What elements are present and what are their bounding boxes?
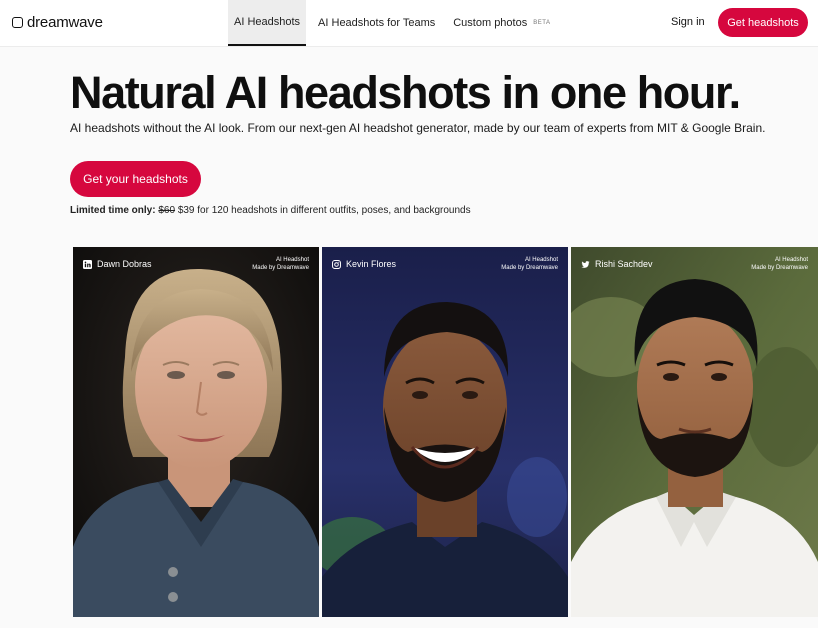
author-name: Dawn Dobras bbox=[97, 259, 152, 269]
nav-ai-headshots-label: AI Headshots bbox=[234, 16, 301, 28]
offer-text: Limited time only: $60 $39 for 120 heads… bbox=[70, 205, 471, 216]
beta-badge: BETA bbox=[533, 20, 551, 26]
badge-line-1: AI Headshot bbox=[524, 257, 558, 263]
badge-line-1: AI Headshot bbox=[774, 257, 808, 263]
nav-custom-photos[interactable]: Custom photos BETA bbox=[447, 0, 556, 46]
get-headshots-button[interactable]: Get headshots bbox=[718, 8, 808, 37]
hero-title: Natural AI headshots in one hour. bbox=[70, 67, 741, 118]
badge-line-2: Made by Dreamwave bbox=[501, 265, 558, 271]
badge-line-1: AI Headshot bbox=[275, 257, 309, 263]
offer-prefix: Limited time only: bbox=[70, 205, 156, 216]
headshot-card[interactable]: Dawn Dobras AI Headshot Made by Dreamwav… bbox=[73, 247, 319, 617]
badge-line-2: Made by Dreamwave bbox=[751, 265, 808, 271]
sign-in-link[interactable]: Sign in bbox=[671, 16, 705, 28]
ai-headshot-badge: AI Headshot Made by Dreamwave bbox=[501, 256, 558, 272]
brand-logo[interactable]: dreamwave bbox=[12, 14, 103, 31]
nav-ai-headshots[interactable]: AI Headshots bbox=[228, 0, 307, 46]
get-your-headshots-button[interactable]: Get your headshots bbox=[70, 161, 201, 197]
headshot-gallery: Dawn Dobras AI Headshot Made by Dreamwav… bbox=[73, 247, 818, 617]
brand-name: dreamwave bbox=[27, 14, 103, 31]
card-author: Kevin Flores bbox=[332, 259, 396, 269]
badge-line-2: Made by Dreamwave bbox=[252, 265, 309, 271]
old-price: $60 bbox=[158, 205, 176, 216]
author-name: Rishi Sachdev bbox=[595, 259, 653, 269]
author-name: Kevin Flores bbox=[346, 259, 397, 269]
headshot-photo-man-smiling bbox=[322, 247, 568, 617]
top-navigation: dreamwave AI Headshots AI Headshots for … bbox=[0, 0, 818, 47]
hero-subtitle: AI headshots without the AI look. From o… bbox=[70, 121, 766, 135]
ai-headshot-badge: AI Headshot Made by Dreamwave bbox=[751, 256, 808, 272]
headshot-photo-man-bearded bbox=[571, 247, 818, 617]
offer-details: $39 for 120 headshots in different outfi… bbox=[177, 205, 471, 216]
nav-ai-headshots-teams-label: AI Headshots for Teams bbox=[318, 17, 436, 29]
card-author: Rishi Sachdev bbox=[581, 259, 653, 269]
nav-ai-headshots-teams[interactable]: AI Headshots for Teams bbox=[312, 0, 441, 46]
logo-square-icon bbox=[12, 17, 23, 28]
card-author: Dawn Dobras bbox=[83, 259, 152, 269]
linkedin-icon bbox=[83, 259, 92, 269]
headshot-photo-woman bbox=[73, 247, 319, 617]
ai-headshot-badge: AI Headshot Made by Dreamwave bbox=[252, 256, 309, 272]
headshot-card[interactable]: Rishi Sachdev AI Headshot Made by Dreamw… bbox=[571, 247, 818, 617]
twitter-icon bbox=[581, 260, 590, 268]
nav-custom-photos-label: Custom photos bbox=[453, 17, 528, 29]
main-nav: AI Headshots AI Headshots for Teams Cust… bbox=[228, 0, 556, 46]
headshot-card[interactable]: Kevin Flores AI Headshot Made by Dreamwa… bbox=[322, 247, 568, 617]
instagram-icon bbox=[332, 259, 341, 269]
